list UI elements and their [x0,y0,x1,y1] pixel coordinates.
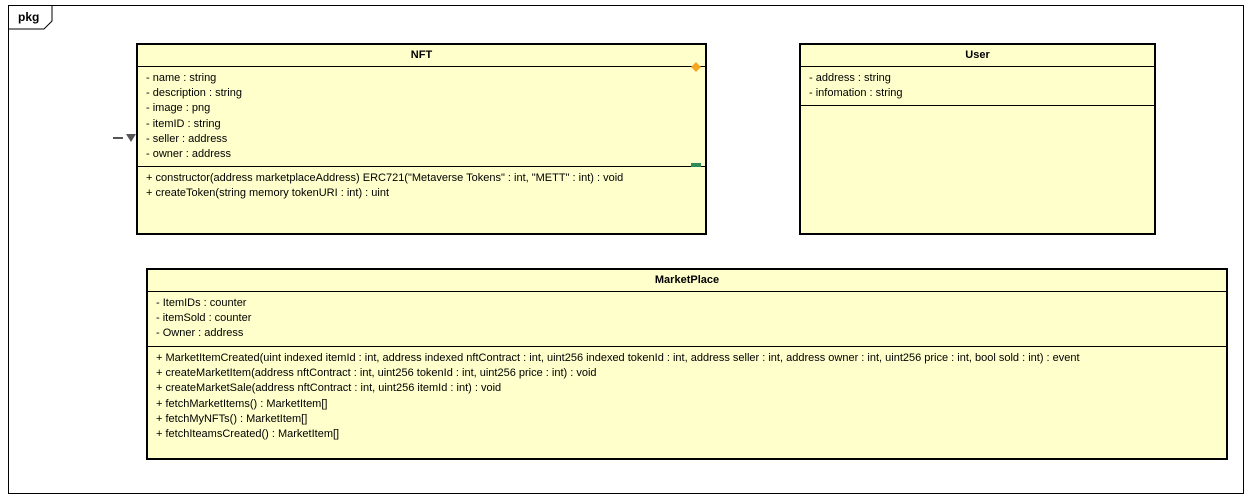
operation-row: + fetchMyNFTs() : MarketItem[] [156,412,308,425]
class-user[interactable]: User - address : string - infomation : s… [799,43,1156,235]
generalization-arrow-icon [113,134,136,142]
class-name-nft: NFT [138,45,705,67]
class-name-marketplace: MarketPlace [148,270,1226,292]
operation-row: + constructor(address marketplaceAddress… [146,172,624,184]
attribute-row: - itemID : string [146,117,221,130]
attribute-row: - ItemIDs : counter [156,297,247,309]
attribute-row: - seller : address [146,132,228,145]
attribute-row: - image : png [146,102,211,115]
operation-row: + fetchMarketItems() : MarketItem[] [156,397,328,410]
attribute-row: - Owner : address [156,327,244,340]
package-label: pkg [18,10,40,24]
operations-user [801,106,1154,114]
attributes-marketplace: - ItemIDs : counter - itemSold : counter… [148,292,1226,347]
operation-row: + MarketItemCreated(uint indexed itemId … [156,352,1080,364]
class-marketplace[interactable]: MarketPlace - ItemIDs : counter - itemSo… [146,268,1228,460]
class-nft[interactable]: NFT - name : string - description : stri… [136,43,707,235]
attributes-nft: - name : string - description : string -… [138,67,705,167]
operation-handle-icon [691,163,701,167]
attributes-user: - address : string - infomation : string [801,67,1154,106]
attribute-row: - name : string [146,72,217,84]
operation-row: + createMarketSale(address nftContract :… [156,382,502,395]
attribute-handle-icon [691,62,701,72]
attribute-row: - infomation : string [809,87,903,100]
operation-row: + fetchIteamsCreated() : MarketItem[] [156,427,340,440]
class-name-user: User [801,45,1154,67]
attribute-row: - description : string [146,87,242,100]
operations-nft: + constructor(address marketplaceAddress… [138,167,705,205]
operation-row: + createMarketItem(address nftContract :… [156,367,597,380]
operation-row: + createToken(string memory tokenURI : i… [146,187,390,200]
attribute-row: - address : string [809,72,891,84]
attribute-row: - itemSold : counter [156,312,252,325]
operations-marketplace: + MarketItemCreated(uint indexed itemId … [148,347,1226,446]
attribute-row: - owner : address [146,147,231,160]
